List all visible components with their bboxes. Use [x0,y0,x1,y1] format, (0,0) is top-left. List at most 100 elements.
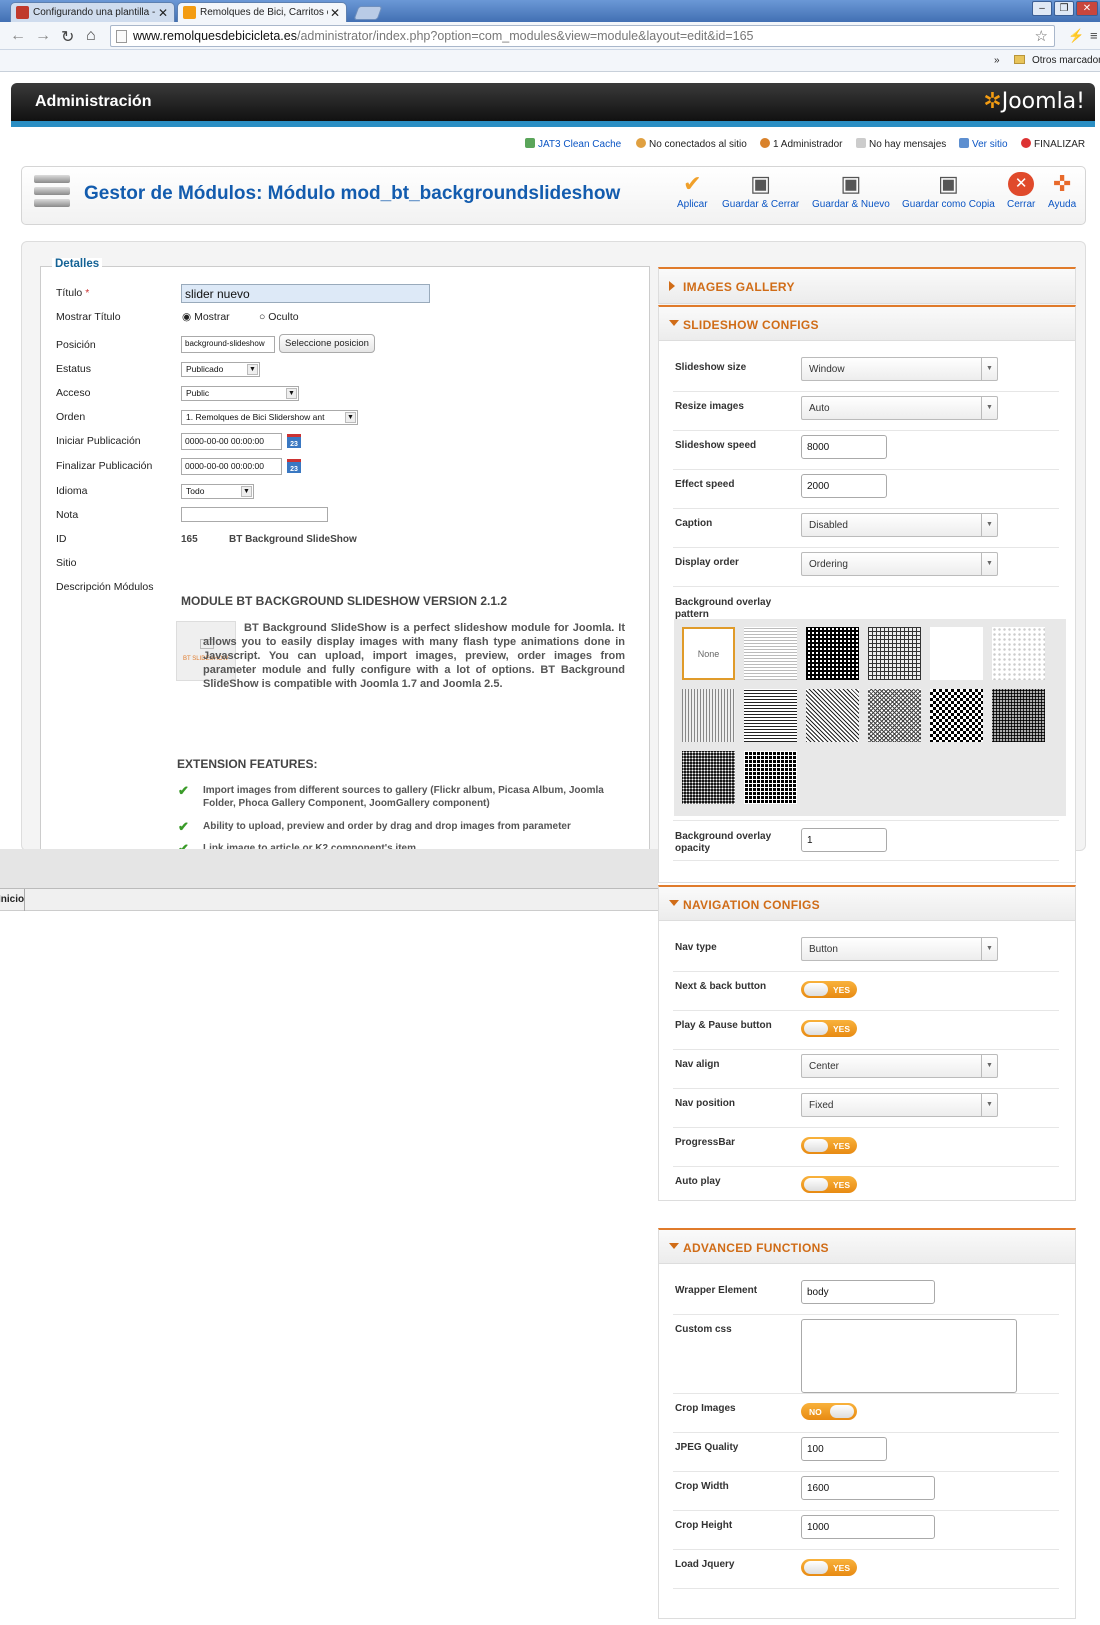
close-tab-icon[interactable]: ✕ [158,6,168,20]
home-icon[interactable]: ⌂ [86,27,96,45]
pattern-swatch[interactable] [868,689,921,742]
save-icon: ▣ [750,171,772,196]
calendar-icon[interactable]: 23 [287,434,301,448]
slideshow-speed-input[interactable]: 8000 [801,435,887,459]
note-input[interactable] [181,507,328,522]
load-jquery-toggle[interactable]: YES [801,1559,857,1576]
start-publish-input[interactable]: 0000-00-00 00:00:00 [181,433,282,450]
crop-height-input[interactable]: 1000 [801,1515,935,1539]
pattern-swatch[interactable] [744,689,797,742]
dropdown-arrow-icon: ▼ [981,1094,997,1116]
next-back-toggle[interactable]: YES [801,981,857,998]
pattern-swatch[interactable] [744,627,797,680]
nav-align-select[interactable]: Center ▼ [801,1054,998,1078]
browser-tab-active[interactable]: Remolques de Bici, Carritos c ✕ [177,2,347,22]
jpeg-quality-input[interactable]: 100 [801,1437,887,1461]
clean-cache-link[interactable]: JAT3 Clean Cache [525,138,621,150]
restore-icon[interactable]: ❐ [1054,1,1074,16]
start-button[interactable]: Inicio [0,894,24,905]
save-new-icon: ▣ [840,171,862,196]
pattern-swatch[interactable] [806,627,859,680]
jpeg-quality-row: JPEG Quality 100 [673,1433,1059,1472]
select-position-button[interactable]: Seleccione posicion [279,334,375,353]
save-copy-button[interactable]: ▣ Guardar como Copia [902,171,995,211]
pattern-swatch[interactable] [806,689,859,742]
navigation-header[interactable]: NAVIGATION CONFIGS [659,887,1075,921]
position-input[interactable]: background-slideshow [181,336,275,353]
title-input[interactable]: slider nuevo [181,284,430,303]
caption-select[interactable]: Disabled ▼ [801,513,998,537]
images-gallery-header[interactable]: IMAGES GALLERY [659,269,1075,303]
display-order-select[interactable]: Ordering ▼ [801,552,998,576]
crop-images-toggle[interactable]: NO [801,1403,857,1420]
menu-icon[interactable]: ≡ [1090,28,1098,43]
save-new-button[interactable]: ▣ Guardar & Nuevo [812,171,890,211]
help-button[interactable]: ✜ Ayuda [1048,172,1076,211]
order-label: Orden [56,411,86,423]
images-gallery-panel: IMAGES GALLERY [658,267,1076,304]
dropdown-arrow-icon: ▼ [981,514,997,536]
wrapper-input[interactable]: body [801,1280,935,1304]
custom-css-textarea[interactable] [801,1319,1017,1393]
browser-tab[interactable]: Configurando una plantilla - ✕ [10,2,175,22]
slideshow-header[interactable]: SLIDESHOW CONFIGS [659,307,1075,341]
chevron-down-icon: ▼ [241,486,252,497]
pattern-swatch[interactable] [992,627,1045,680]
apply-button[interactable]: ✔ Aplicar [677,172,708,211]
order-select[interactable]: 1. Remolques de Bici Slidershow ant ▼ [181,410,358,425]
pattern-swatch[interactable] [868,627,921,680]
pattern-swatch[interactable] [930,627,983,680]
play-pause-row: Play & Pause button YES [673,1011,1059,1050]
pattern-swatch[interactable] [682,689,735,742]
pattern-swatch[interactable] [992,689,1045,742]
close-button[interactable]: ✕ Cerrar [1007,172,1035,210]
extension-icon[interactable]: ⚡ [1068,28,1084,44]
reload-icon[interactable]: ↻ [61,27,74,47]
close-tab-icon[interactable]: ✕ [330,6,340,20]
effect-speed-input[interactable]: 2000 [801,474,887,498]
access-select[interactable]: Public ▼ [181,386,299,401]
minimize-icon[interactable]: ‒ [1032,1,1052,16]
joomla-favicon-icon [183,6,196,19]
back-icon[interactable]: ← [10,27,26,45]
view-site-link[interactable]: Ver sitio [959,138,1008,150]
forward-icon[interactable]: → [35,27,51,45]
window-close-icon[interactable]: ✕ [1076,1,1098,16]
progressbar-toggle[interactable]: YES [801,1137,857,1154]
save-close-button[interactable]: ▣ Guardar & Cerrar [722,171,799,211]
page-title: Gestor de Módulos: Módulo mod_bt_backgro… [84,183,621,204]
address-bar[interactable]: www.remolquesdebicicleta.es/administrato… [110,25,1055,47]
pattern-swatch[interactable] [744,751,797,804]
language-select[interactable]: Todo ▼ [181,484,254,499]
pattern-swatch[interactable] [682,751,735,804]
crop-width-input[interactable]: 1600 [801,1476,935,1500]
save-copy-icon: ▣ [938,171,959,196]
show-radio[interactable]: ◉ Mostrar [182,311,230,323]
id-value: 165 [181,534,198,545]
end-publish-input[interactable]: 0000-00-00 00:00:00 [181,458,282,475]
calendar-icon[interactable]: 23 [287,459,301,473]
hide-radio[interactable]: ○ Oculto [259,311,299,323]
admin-icon [760,138,770,148]
messages-status[interactable]: No hay mensajes [856,138,946,150]
nav-position-select[interactable]: Fixed ▼ [801,1093,998,1117]
logout-link[interactable]: FINALIZAR [1021,138,1085,150]
nav-type-select[interactable]: Button ▼ [801,937,998,961]
advanced-header[interactable]: ADVANCED FUNCTIONS [659,1230,1075,1264]
monitor-icon [959,138,969,148]
new-tab-button[interactable] [353,6,383,20]
pattern-none[interactable]: None [682,627,735,680]
bookmarks-overflow[interactable]: » [994,55,1000,66]
resize-images-select[interactable]: Auto ▼ [801,396,998,420]
other-bookmarks[interactable]: Otros marcador [1032,55,1100,66]
overlay-opacity-input[interactable]: 1 [801,828,887,852]
taskbar: Inicio [0,888,658,911]
play-pause-toggle[interactable]: YES [801,1020,857,1037]
status-select[interactable]: Publicado ▼ [181,362,260,377]
users-icon [636,138,646,148]
star-icon[interactable]: ☆ [1035,27,1048,45]
autoplay-toggle[interactable]: YES [801,1176,857,1193]
slideshow-size-select[interactable]: Window ▼ [801,357,998,381]
access-label: Acceso [56,387,91,399]
pattern-swatch[interactable] [930,689,983,742]
